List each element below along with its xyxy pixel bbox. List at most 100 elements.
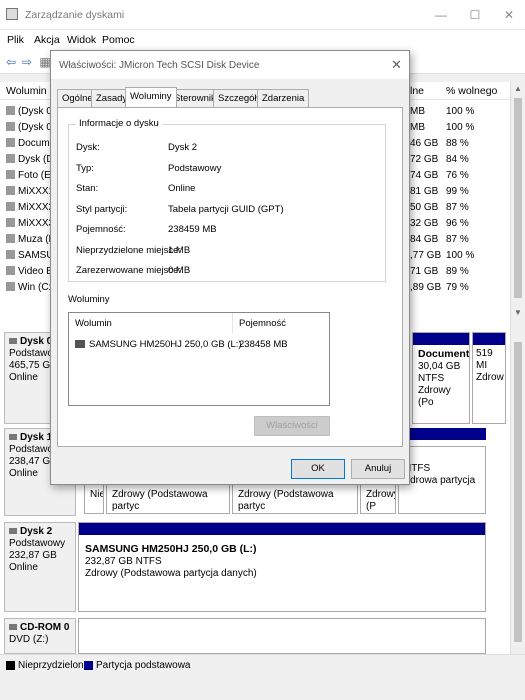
info-value: Online bbox=[168, 183, 196, 194]
volume-free-pct: 100 % bbox=[446, 122, 475, 133]
dialog-title: Właściwości: JMicron Tech SCSI Disk Devi… bbox=[59, 60, 260, 71]
info-label: Pojemność: bbox=[76, 224, 126, 235]
volume-free-pct: 87 % bbox=[446, 202, 469, 213]
volume-icon bbox=[6, 250, 15, 259]
partition-size: 519 MI bbox=[476, 348, 493, 371]
volume-free: 71 GB bbox=[410, 266, 439, 277]
info-label: Stan: bbox=[76, 183, 99, 194]
ok-button[interactable]: OK bbox=[291, 459, 345, 479]
cancel-button[interactable]: Anuluj bbox=[351, 459, 405, 479]
menu-bar: Plik Akcja Widok Pomoc bbox=[0, 30, 525, 50]
tab-woluminy[interactable]: Woluminy bbox=[125, 87, 177, 107]
info-label: Nieprzydzielone miejsce: bbox=[76, 244, 182, 256]
legend-unallocated: Nieprzydzielone bbox=[18, 660, 90, 671]
disk-2-info[interactable]: Dysk 2 Podstawowy 232,87 GB Online bbox=[4, 522, 76, 612]
minimize-button[interactable]: — bbox=[432, 6, 450, 24]
volume-properties-button[interactable]: Właściwości bbox=[254, 416, 330, 436]
maximize-button[interactable]: ☐ bbox=[466, 6, 484, 24]
partition-bar bbox=[413, 333, 469, 345]
cdrom-info[interactable]: CD-ROM 0 DVD (Z:) bbox=[4, 618, 76, 654]
header-volume[interactable]: Wolumin bbox=[6, 85, 47, 97]
menu-akcja[interactable]: Akcja bbox=[34, 34, 60, 46]
volumes-header-capacity[interactable]: Pojemność bbox=[239, 318, 286, 329]
volume-free: MB bbox=[410, 122, 425, 133]
info-value: Dysk 2 bbox=[168, 142, 198, 153]
partition-documente[interactable]: Documente 30,04 GB NTFS Zdrowy (Po bbox=[412, 332, 470, 424]
info-value: 1 MB bbox=[168, 244, 191, 256]
volume-free: 32 GB bbox=[410, 218, 439, 229]
volume-free: ,77 GB bbox=[410, 250, 442, 261]
info-label: Zarezerwowane miejsce: bbox=[76, 265, 182, 276]
disk-icon bbox=[9, 434, 17, 440]
volume-icon bbox=[6, 282, 15, 291]
partition-text: ): NTFS Zdrowa partycja bbox=[399, 447, 485, 490]
partition-small[interactable]: 519 MI Zdrow bbox=[472, 332, 506, 424]
cdrom-name: CD-ROM 0 bbox=[9, 622, 71, 634]
partition-size: 232,87 GB NTFS bbox=[85, 556, 162, 567]
scroll-thumb[interactable] bbox=[514, 342, 522, 642]
scroll-down-icon[interactable]: ▼ bbox=[513, 308, 523, 317]
volume-free-pct: 79 % bbox=[446, 282, 469, 293]
header-free[interactable]: lne bbox=[410, 85, 424, 97]
volume-row-name[interactable]: SAMSUNG HM250HJ 250,0 GB (L:) bbox=[75, 339, 242, 350]
diskmap-scrollbar[interactable] bbox=[510, 322, 525, 654]
volume-name: Win (C:) bbox=[6, 282, 55, 293]
volume-free-pct: 88 % bbox=[446, 138, 469, 149]
partition-status: Zdrow bbox=[476, 372, 504, 383]
menu-pomoc[interactable]: Pomoc bbox=[102, 34, 135, 46]
volume-name: Video B: bbox=[6, 266, 56, 277]
dialog-close-icon[interactable]: ✕ bbox=[391, 57, 402, 73]
volume-free: MB bbox=[410, 106, 425, 117]
volume-icon bbox=[6, 234, 15, 243]
partition-text: 519 MI Zdrow bbox=[473, 345, 505, 387]
disk-icon bbox=[9, 338, 17, 344]
volume-icon bbox=[75, 340, 85, 348]
volume-free: 50 GB bbox=[410, 202, 439, 213]
disk-2-name: Dysk 2 bbox=[9, 526, 71, 538]
info-value: Tabela partycji GUID (GPT) bbox=[168, 203, 284, 215]
partition-text: Documente 30,04 GB NTFS Zdrowy (Po bbox=[413, 345, 469, 412]
volume-icon bbox=[6, 154, 15, 163]
volumes-header-volume[interactable]: Wolumin bbox=[75, 318, 112, 329]
info-label: Typ: bbox=[76, 162, 94, 174]
volume-icon bbox=[6, 106, 15, 115]
disk-2-status: Online bbox=[9, 562, 38, 573]
volume-free: 46 GB bbox=[410, 138, 439, 149]
back-arrow-icon[interactable]: ⇦ bbox=[4, 55, 18, 69]
scroll-up-icon[interactable]: ▲ bbox=[513, 84, 523, 93]
window-title: Zarządzanie dyskami bbox=[25, 9, 125, 21]
table-scrollbar[interactable]: ▲ ▼ bbox=[510, 82, 525, 322]
volumes-list[interactable]: Wolumin Pojemność SAMSUNG HM250HJ 250,0 … bbox=[68, 312, 330, 406]
status-bar bbox=[0, 676, 525, 700]
partition-status: Zdrowy (Podstawowa partycja danych) bbox=[85, 568, 257, 579]
scroll-thumb[interactable] bbox=[514, 98, 522, 298]
forward-arrow-icon[interactable]: ⇨ bbox=[20, 55, 34, 69]
volume-icon bbox=[6, 122, 15, 131]
close-button[interactable]: ✕ bbox=[500, 6, 518, 24]
volume-free-pct: 100 % bbox=[446, 250, 475, 261]
partition-bar bbox=[79, 523, 485, 535]
menu-widok[interactable]: Widok bbox=[67, 34, 96, 46]
primary-swatch bbox=[84, 661, 93, 670]
volume-free-pct: 84 % bbox=[446, 154, 469, 165]
cdrom-area[interactable] bbox=[78, 618, 486, 654]
info-label: Dysk: bbox=[76, 142, 100, 153]
partition-text: SAMSUNG HM250HJ 250,0 GB (L:) 232,87 GB … bbox=[79, 535, 485, 588]
volume-free-pct: 87 % bbox=[446, 234, 469, 245]
volume-free: 72 GB bbox=[410, 154, 439, 165]
volume-icon bbox=[6, 202, 15, 211]
volume-free: ,89 GB bbox=[410, 282, 442, 293]
volume-icon bbox=[6, 266, 15, 275]
tab-zdarzenia[interactable]: Zdarzenia bbox=[257, 89, 310, 107]
disk-info-group-label: Informacje o dysku bbox=[76, 118, 162, 129]
header-free-pct[interactable]: % wolnego bbox=[446, 85, 497, 97]
partition-title: Documente bbox=[418, 348, 470, 360]
volume-icon bbox=[6, 218, 15, 227]
partition-samsung[interactable]: SAMSUNG HM250HJ 250,0 GB (L:) 232,87 GB … bbox=[78, 522, 486, 612]
tab-panel-woluminy: Informacje o dysku Dysk: Dysk 2 Typ: Podsta… bbox=[57, 107, 403, 447]
volume-free: 74 GB bbox=[410, 170, 439, 181]
volume-free-pct: 76 % bbox=[446, 170, 469, 181]
cdrom-type: DVD (Z:) bbox=[9, 634, 49, 645]
partition-d1-d[interactable]: ): NTFS Zdrowa partycja bbox=[398, 446, 486, 514]
menu-plik[interactable]: Plik bbox=[7, 34, 24, 46]
